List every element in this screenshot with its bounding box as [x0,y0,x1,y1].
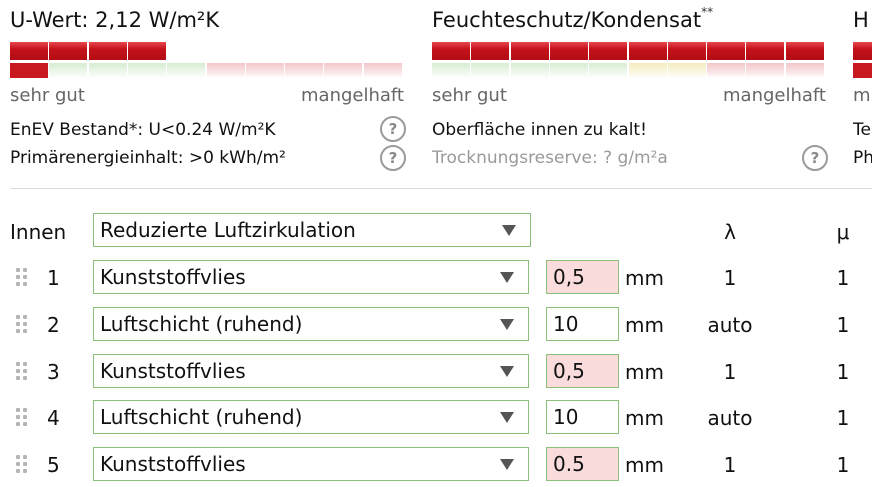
rating-segment [127,42,166,78]
moisture-range-best: sehr gut [432,85,507,106]
thickness-unit: mm [625,453,664,478]
layer-mu: 1 [836,406,850,431]
rating-segment [746,42,785,78]
drag-handle-icon[interactable] [16,314,28,333]
rating-segment [785,42,824,78]
layer-number: 4 [47,406,60,431]
rating-segment [667,42,706,78]
enev-requirement: EnEV Bestand*: U<0.24 W/m²K [10,120,276,140]
layer-material-select[interactable]: Luftschicht (ruhend) [93,306,529,341]
layer-mu: 1 [836,453,850,478]
rating-segment [432,42,470,78]
layer-material-value: Luftschicht (ruhend) [100,311,303,336]
third-range-best: m [853,85,871,106]
inner-climate-value: Reduzierte Luftzirkulation [100,218,356,242]
inner-label: Innen [10,220,67,244]
dropdown-arrow-icon [500,412,514,424]
layer-number: 5 [47,453,60,478]
section-divider [10,188,872,189]
rating-segment [707,42,746,78]
mu-header: μ [836,220,850,244]
thickness-unit: mm [625,359,664,384]
thickness-unit: mm [625,266,664,290]
drag-handle-icon[interactable] [16,361,28,380]
rating-segment [549,42,588,78]
rating-segment [88,42,127,78]
footnote-marker: ** [701,5,714,19]
third-panel-title: H [853,8,869,32]
layer-number: 2 [47,312,60,337]
help-icon[interactable]: ? [380,116,406,142]
surface-warning: Oberfläche innen zu kalt! [432,120,647,140]
layer-mu: 1 [836,312,850,337]
rating-segment [471,42,510,78]
layer-lambda: 1 [723,359,737,384]
layer-lambda: 1 [723,266,737,290]
lambda-header: λ [724,220,736,244]
inner-climate-select[interactable]: Reduzierte Luftzirkulation [93,213,531,247]
layer-material-value: Kunststoffvlies [100,265,246,289]
u-value-range-best: sehr gut [10,85,85,106]
primary-energy-content: Primärenergieinhalt: >0 kWh/m² [10,148,286,168]
layer-material-select[interactable]: Kunststoffvlies [93,353,529,388]
layer-number: 3 [47,359,60,384]
layer-material-value: Kunststoffvlies [100,358,246,383]
rating-segment [245,42,284,78]
rating-segment [206,42,245,78]
third-line2: Ph [853,148,872,168]
layer-number: 1 [47,266,60,290]
dropdown-arrow-icon [502,225,516,236]
layer-material-select[interactable]: Luftschicht (ruhend) [93,400,529,435]
rating-segment [324,42,363,78]
layer-thickness-input[interactable]: 10 [546,400,619,435]
u-value-range-worst: mangelhaft [301,85,404,106]
dropdown-arrow-icon [500,272,514,283]
rating-segment [49,42,88,78]
dropdown-arrow-icon [500,318,514,330]
thickness-unit: mm [625,312,664,337]
layer-material-select[interactable]: Kunststoffvlies [93,260,529,294]
thickness-unit: mm [625,406,664,431]
rating-segment [167,42,206,78]
layer-thickness-input[interactable]: 0,5 [546,353,619,388]
layer-material-select[interactable]: Kunststoffvlies [93,447,529,482]
layer-mu: 1 [836,359,850,384]
layer-thickness-input[interactable]: 0.5 [546,447,619,482]
layer-lambda: 1 [723,453,737,478]
layer-mu: 1 [836,266,850,290]
drag-handle-icon[interactable] [16,268,28,286]
layer-thickness-input[interactable]: 0,5 [546,260,619,294]
rating-segment [285,42,324,78]
layer-material-value: Luftschicht (ruhend) [100,405,303,430]
third-line1: Te [853,120,871,140]
rating-segment [628,42,667,78]
rating-segment [510,42,549,78]
moisture-range-worst: mangelhaft [723,85,826,106]
rating-segment [10,42,48,78]
dropdown-arrow-icon [500,365,514,377]
rating-segment [589,42,628,78]
dropdown-arrow-icon [500,459,514,471]
moisture-title: Feuchteschutz/Kondensat** [432,5,714,32]
layer-lambda: auto [707,406,753,431]
layer-lambda: auto [707,312,753,337]
drying-reserve: Trocknungsreserve: ? g/m²a [432,148,668,168]
help-icon[interactable]: ? [802,145,828,171]
layer-thickness-input[interactable]: 10 [546,306,619,341]
help-icon[interactable]: ? [380,145,406,171]
drag-handle-icon[interactable] [16,455,28,474]
layer-material-value: Kunststoffvlies [100,452,246,477]
rating-segment [363,42,402,78]
u-value-title: U-Wert: 2,12 W/m²K [10,8,220,32]
drag-handle-icon[interactable] [16,408,28,427]
